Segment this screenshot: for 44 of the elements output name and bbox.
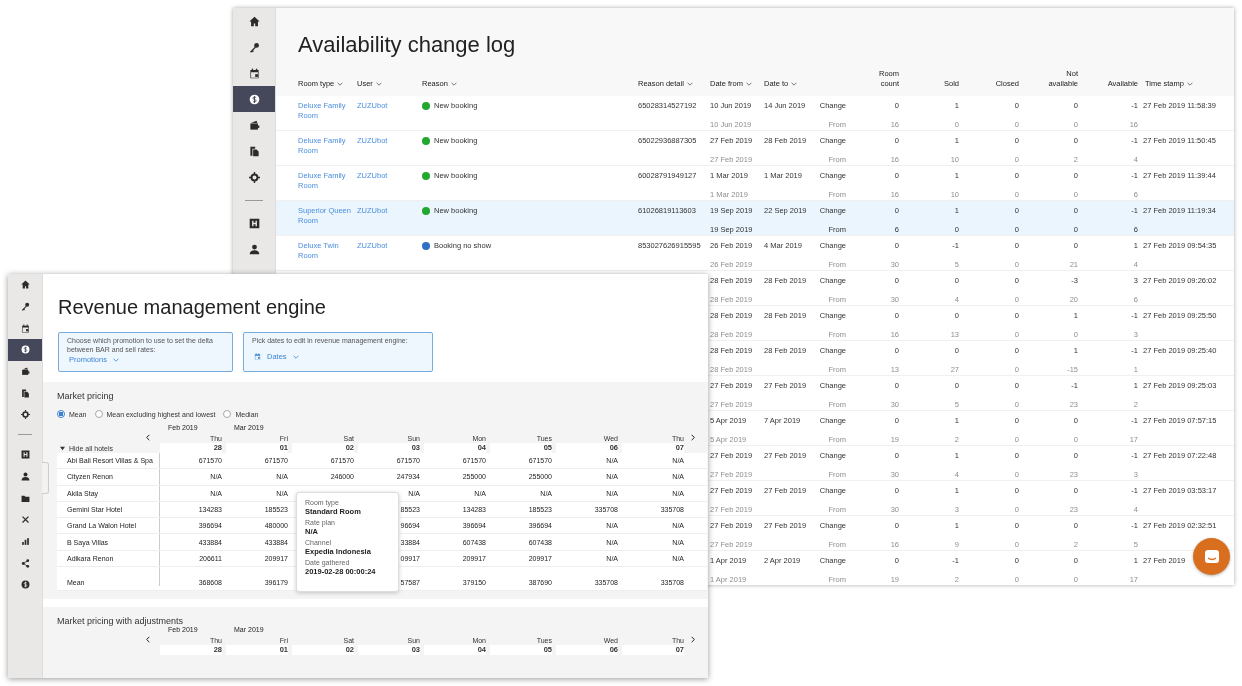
chevron-down-icon [292,354,299,359]
radio-button[interactable] [223,410,232,418]
radio-button[interactable] [94,410,103,418]
calendar-icon [248,67,260,79]
triangle-down-icon [60,446,65,451]
hotel-icon [20,450,30,460]
sidebar-item[interactable] [233,86,275,112]
chevron-down-icon [112,358,119,362]
home-icon [20,280,30,290]
user-icon [20,471,30,481]
radio-button[interactable] [57,410,65,418]
dollar-icon [20,580,30,590]
chevron-down-icon [791,82,798,86]
copy-icon [20,388,30,398]
settings-icon [248,171,260,183]
section-title: Market pricing with adjustments [57,615,185,627]
chevron-down-icon [375,82,382,86]
home-icon [248,15,260,27]
settings-icon [20,410,30,420]
bar-chart-icon [20,536,30,546]
copy-icon [248,145,260,157]
chevron-down-icon [337,82,344,86]
calendar-icon [20,323,30,333]
sidebar-item[interactable] [8,339,42,361]
chevron-down-icon [686,82,693,86]
folder-icon [20,493,30,503]
hotel-icon [248,217,260,229]
dollar-icon [248,93,260,105]
chevron-down-icon [1186,82,1193,86]
chat-button[interactable] [1193,538,1230,575]
page-title: Revenue management engine [58,295,327,319]
wallet-icon [248,119,260,131]
panel-handle[interactable] [42,462,49,494]
calendar-icon [254,353,261,360]
dollar-icon [20,345,30,355]
key-icon [248,41,260,53]
wallet-icon [20,367,30,377]
chevron-down-icon [745,82,752,86]
chevron-down-icon [450,82,457,86]
section-title: Market pricing [57,390,115,402]
key-icon [20,302,30,312]
page-title: Availability change log [298,31,517,58]
share-icon [20,558,30,568]
user-icon [248,243,260,255]
